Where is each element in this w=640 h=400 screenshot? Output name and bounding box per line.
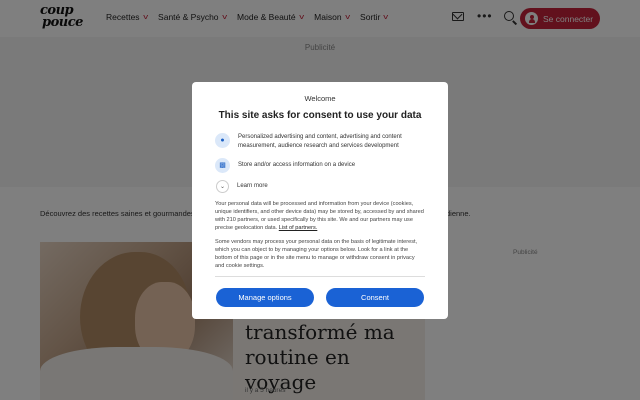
learn-more-label: Learn more: [237, 183, 268, 189]
dialog-title: This site asks for consent to use your d…: [218, 110, 422, 121]
purpose-text: Personalized advertising and content, ad…: [238, 134, 402, 149]
purpose-personalized-ads: ● Personalized advertising and content, …: [215, 133, 438, 150]
button-label: Manage options: [238, 293, 292, 302]
learn-more-toggle[interactable]: ⌄ Learn more: [215, 180, 437, 193]
button-label: Consent: [361, 293, 389, 302]
consent-paragraph-2: Some vendors may process your personal d…: [215, 239, 418, 270]
device-icon: ▩: [215, 158, 230, 173]
person-icon: ●: [215, 133, 230, 148]
manage-options-button[interactable]: Manage options: [216, 288, 314, 307]
dialog-welcome: Welcome: [304, 94, 336, 103]
dialog-divider: [215, 276, 425, 277]
purpose-device-storage: ▩ Store and/or access information on a d…: [215, 158, 438, 173]
paragraph-text: Your personal data will be processed and…: [215, 201, 424, 232]
partners-link[interactable]: List of partners.: [279, 225, 318, 231]
consent-paragraph-1: Your personal data will be processed and…: [215, 200, 425, 232]
consent-button[interactable]: Consent: [326, 288, 424, 307]
consent-dialog: Welcome This site asks for consent to us…: [192, 82, 448, 319]
chevron-down-icon: ⌄: [216, 180, 229, 193]
purpose-text: Store and/or access information on a dev…: [238, 162, 356, 168]
